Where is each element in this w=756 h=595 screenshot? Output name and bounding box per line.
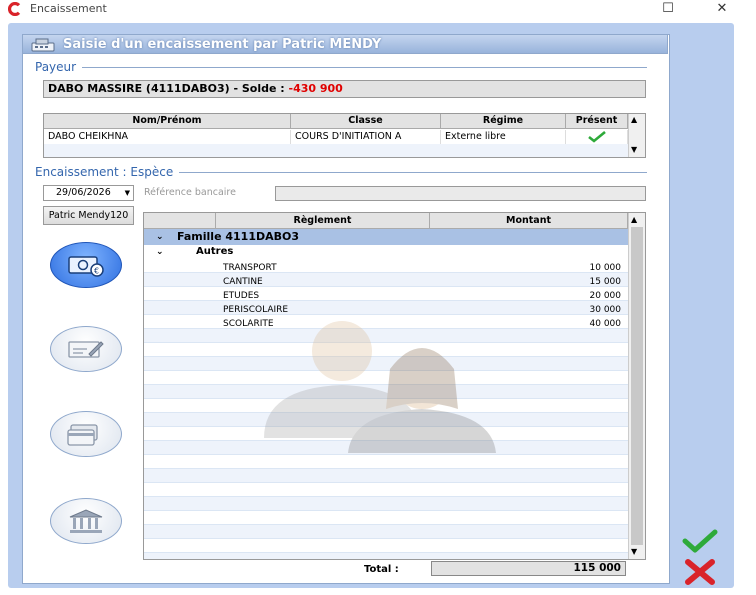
reglement-amount: 30 000 [589, 305, 622, 315]
grid-row [144, 511, 628, 525]
reglement-label: CANTINE [223, 277, 263, 287]
reglement-line[interactable]: ETUDES 20 000 [144, 289, 628, 303]
window-title: Encaissement [30, 2, 107, 15]
students-table: Nom/Prénom Classe Régime Présent DABO CH… [43, 113, 646, 158]
date-picker[interactable]: 29/06/2026 ▼ [43, 185, 134, 201]
scrollbar-thumb[interactable] [631, 227, 643, 545]
user-button[interactable]: Patric Mendy120 [43, 206, 134, 225]
svg-text:€: € [94, 267, 99, 276]
validate-button[interactable] [682, 528, 718, 554]
panel-title: Saisie d'un encaissement par Patric MEND… [63, 37, 382, 52]
family-group-label: Famille 4111DABO3 [177, 230, 300, 243]
payer-balance: -430 900 [288, 82, 343, 95]
card-icon [67, 424, 98, 446]
grid-row [144, 553, 628, 559]
reglements-grid: Règlement Montant ⌄ Famille 4111DABO3 ⌄ … [143, 212, 646, 560]
scroll-up-icon[interactable]: ▲ [631, 115, 637, 124]
background-window-strip [739, 23, 756, 595]
reglement-label: SCOLARITE [223, 319, 274, 329]
empty-table-row [44, 144, 628, 157]
grid-row [144, 455, 628, 469]
cheque-icon [68, 341, 104, 358]
total-label: Total : [364, 564, 399, 575]
student-regime-cell[interactable]: Externe libre [441, 130, 566, 144]
family-group-row[interactable]: ⌄ Famille 4111DABO3 [144, 229, 628, 245]
subgroup-label: Autres [196, 246, 234, 257]
close-window-button[interactable]: ✕ [706, 0, 738, 18]
reglement-line[interactable]: TRANSPORT 10 000 [144, 261, 628, 275]
cheque-payment-button[interactable] [50, 326, 122, 372]
student-present-cell[interactable] [566, 130, 628, 144]
student-name-cell[interactable]: DABO CHEIKHNA [44, 130, 291, 144]
checkmark-icon [682, 529, 718, 553]
payer-name: DABO MASSIRE (4111DABO3) - Solde : [48, 82, 285, 95]
card-payment-button[interactable] [50, 411, 122, 457]
cash-icon: € [68, 256, 104, 277]
reglements-scrollbar[interactable]: ▲ ▼ [628, 213, 645, 559]
reglement-amount: 20 000 [589, 291, 622, 301]
scroll-up-icon[interactable]: ▲ [631, 215, 637, 224]
grid-row [144, 525, 628, 539]
students-scrollbar[interactable]: ▲ ▼ [628, 114, 645, 157]
column-header-regime[interactable]: Régime [441, 114, 566, 129]
cross-icon [685, 559, 715, 585]
column-header-present[interactable]: Présent [566, 114, 628, 129]
bank-icon [69, 509, 103, 533]
scroll-down-icon[interactable]: ▼ [631, 547, 637, 556]
total-value: 115 000 [431, 561, 626, 576]
reglement-amount: 10 000 [589, 263, 622, 273]
grid-row [144, 497, 628, 511]
reglement-line[interactable]: CANTINE 15 000 [144, 275, 628, 289]
column-header-classe[interactable]: Classe [291, 114, 441, 129]
reference-input[interactable] [275, 186, 646, 201]
cash-payment-button[interactable]: € [50, 242, 122, 288]
chevron-down-icon[interactable]: ⌄ [156, 245, 164, 259]
reglement-label: PERISCOLAIRE [223, 305, 289, 315]
column-header-name[interactable]: Nom/Prénom [44, 114, 291, 129]
encaissement-section-title: Encaissement : Espèce [35, 165, 180, 179]
student-classe-cell[interactable]: COURS D'INITIATION A [291, 130, 441, 144]
reglement-label: ETUDES [223, 291, 260, 301]
panel-header: Saisie d'un encaissement par Patric MEND… [22, 34, 668, 54]
subgroup-row[interactable]: ⌄ Autres [144, 245, 628, 259]
reglement-amount: 15 000 [589, 277, 622, 287]
chevron-down-icon[interactable]: ⌄ [156, 229, 164, 245]
payer-section-title: Payeur [35, 60, 83, 74]
payer-info-box: DABO MASSIRE (4111DABO3) - Solde : -430 … [43, 80, 646, 98]
checkmark-icon [588, 131, 606, 143]
reglement-line[interactable]: PERISCOLAIRE 30 000 [144, 303, 628, 317]
cancel-button[interactable] [682, 559, 718, 585]
reglement-amount: 40 000 [589, 319, 622, 329]
reglement-line[interactable]: SCOLARITE 40 000 [144, 317, 628, 331]
bank-payment-button[interactable] [50, 498, 122, 544]
date-value: 29/06/2026 [56, 187, 111, 198]
column-header-montant[interactable]: Montant [430, 213, 628, 229]
payer-divider [36, 67, 647, 68]
grid-row [144, 469, 628, 483]
scroll-down-icon[interactable]: ▼ [631, 145, 637, 154]
reglement-label: TRANSPORT [223, 263, 277, 273]
column-header-expand [144, 213, 216, 229]
reference-label: Référence bancaire [144, 187, 236, 198]
grid-row [144, 539, 628, 553]
title-bar: Encaissement ☐ ✕ [0, 0, 756, 18]
column-header-reglement[interactable]: Règlement [216, 213, 430, 229]
users-watermark-icon [264, 321, 496, 453]
maximize-button[interactable]: ☐ [652, 0, 684, 18]
cash-register-icon [31, 38, 55, 52]
grid-row [144, 483, 628, 497]
chevron-down-icon[interactable]: ▼ [125, 186, 130, 200]
app-logo-icon [8, 2, 21, 16]
